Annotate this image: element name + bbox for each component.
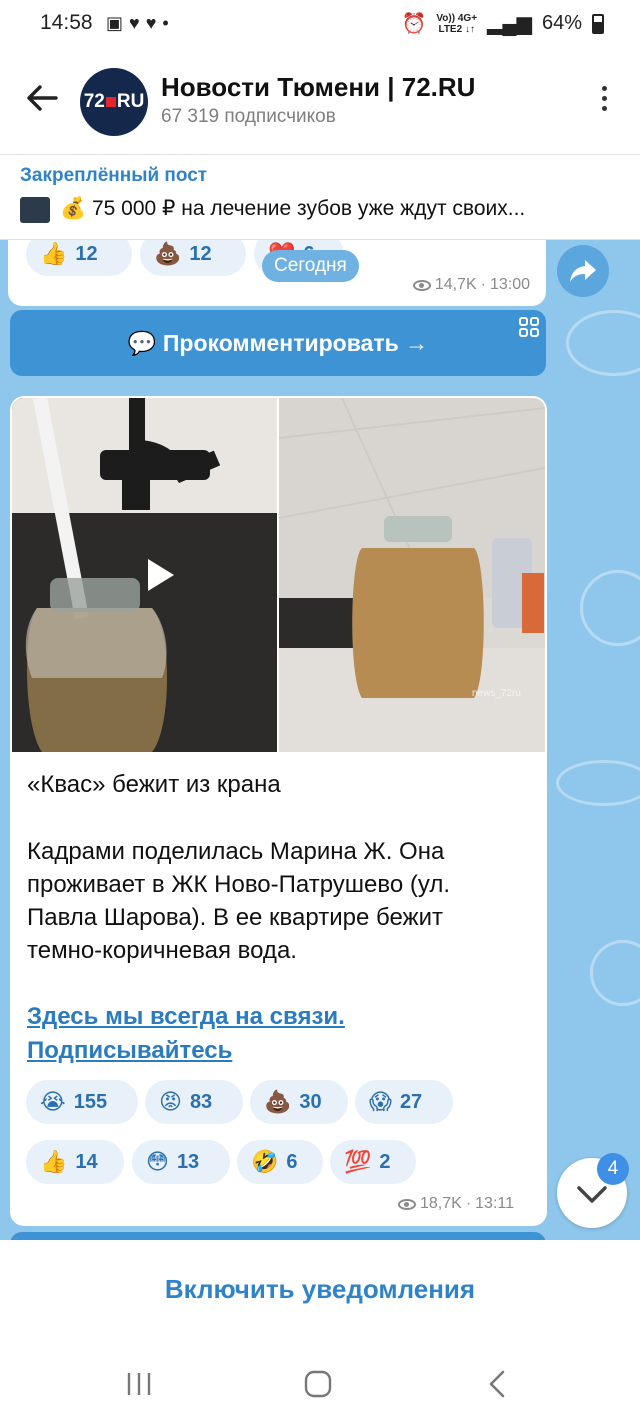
grid-icon bbox=[519, 317, 539, 337]
views-icon bbox=[412, 279, 431, 291]
reaction-count: 13 bbox=[176, 1150, 200, 1173]
reaction-count: 83 bbox=[189, 1090, 213, 1113]
system-back-icon[interactable] bbox=[484, 1368, 512, 1400]
post-body-line: Кадрами поделилась Марина Ж. Она bbox=[27, 838, 445, 865]
reaction-emoji: 😡 bbox=[159, 1089, 182, 1114]
post-body-line: проживает в ЖК Ново-Патрушево (ул. bbox=[27, 871, 451, 898]
subscribe-link[interactable]: Здесь мы всегда на связи. bbox=[27, 1000, 345, 1034]
reaction-emoji: 😭 bbox=[40, 1089, 66, 1114]
reaction-count: 30 bbox=[299, 1090, 322, 1113]
status-time: 14:58 bbox=[40, 11, 93, 34]
reaction-emoji: 👍 bbox=[40, 1149, 68, 1174]
reaction-chip[interactable]: 😱 27 bbox=[355, 1080, 453, 1124]
battery-icon bbox=[592, 13, 604, 34]
reaction-count: 155 bbox=[73, 1090, 108, 1113]
recent-apps-icon[interactable] bbox=[124, 1370, 154, 1398]
reaction-emoji: 💩 bbox=[264, 1089, 292, 1114]
share-button[interactable] bbox=[557, 245, 609, 297]
subscribe-link[interactable]: Подписывайтесь bbox=[27, 1034, 232, 1068]
subscriber-count: 67 319 подписчиков bbox=[161, 106, 336, 127]
reaction-chip[interactable]: 💯 2 bbox=[330, 1140, 416, 1184]
reaction-count: 2 bbox=[379, 1150, 391, 1173]
reaction-count: 6 bbox=[286, 1150, 298, 1173]
network-indicator: Vo)) 4G+ LTE2 ↓↑ bbox=[436, 13, 477, 35]
views-count: 14,7K bbox=[434, 276, 477, 293]
status-right: ⏰ Vo)) 4G+ LTE2 ↓↑ ▂▄▆ 64% bbox=[401, 11, 604, 36]
comment-button-label: 💬 Прокомментировать → bbox=[127, 329, 429, 356]
alarm-icon: ⏰ bbox=[401, 13, 427, 35]
reaction-chip[interactable]: 💩 12 bbox=[140, 240, 246, 276]
enable-notifications-button[interactable]: Включить уведомления bbox=[0, 1274, 640, 1305]
post-body-line: темно-коричневая вода. bbox=[27, 937, 297, 964]
meta-separator: · bbox=[465, 1195, 472, 1212]
channel-avatar[interactable]: 72 RU bbox=[80, 68, 148, 136]
reaction-emoji: 💩 bbox=[154, 241, 182, 266]
background-doodle bbox=[590, 940, 640, 1006]
views-icon bbox=[398, 1198, 416, 1210]
reaction-chip[interactable]: 😭 155 bbox=[26, 1080, 138, 1124]
views-count: 18,7K bbox=[420, 1195, 462, 1212]
reaction-chip[interactable]: 👍 14 bbox=[26, 1140, 124, 1184]
signal-icon: ▂▄▆ bbox=[487, 13, 532, 35]
system-nav-bar bbox=[0, 1356, 640, 1416]
reaction-chip[interactable]: 😡 83 bbox=[145, 1080, 243, 1124]
media-illustration bbox=[12, 398, 545, 752]
background-doodle bbox=[556, 760, 640, 806]
reaction-count: 12 bbox=[75, 242, 98, 265]
avatar-text-b: RU bbox=[116, 91, 145, 112]
net-bottom: LTE2 ↓↑ bbox=[438, 23, 475, 35]
post-title: «Квас» бежит из крана bbox=[27, 771, 281, 798]
post-time: 13:00 bbox=[489, 276, 530, 293]
background-doodle bbox=[566, 310, 640, 376]
post-time: 13:11 bbox=[475, 1195, 514, 1212]
reaction-count: 14 bbox=[75, 1150, 98, 1173]
status-bar: 14:58 ▣♥♥• ⏰ Vo)) 4G+ LTE2 ↓↑ ▂▄▆ 64% bbox=[0, 0, 640, 48]
share-arrow-icon bbox=[570, 260, 596, 282]
reaction-emoji: 😳 bbox=[146, 1149, 169, 1174]
reaction-emoji: 👍 bbox=[40, 241, 68, 266]
channel-title[interactable]: Новости Тюмени | 72.RU bbox=[161, 72, 475, 103]
pinned-message-bar[interactable]: Закреплённый пост 💰 75 000 ₽ на лечение … bbox=[0, 155, 640, 240]
background-doodle bbox=[580, 570, 640, 646]
more-menu-icon[interactable] bbox=[602, 86, 610, 116]
post-media[interactable]: news_72ru bbox=[12, 398, 545, 752]
post-meta: 14,7K · 13:00 bbox=[412, 276, 530, 294]
meta-separator: · bbox=[480, 276, 486, 293]
date-separator: Сегодня bbox=[262, 250, 359, 282]
play-icon[interactable] bbox=[134, 551, 182, 599]
next-comment-button-peek bbox=[10, 1232, 546, 1240]
unread-badge: 4 bbox=[597, 1153, 629, 1185]
reaction-emoji: 😱 bbox=[369, 1089, 392, 1114]
post-body-line: Павла Шарова). В ее квартире бежит bbox=[27, 904, 443, 931]
reaction-count: 12 bbox=[189, 242, 212, 265]
notification-icons: ▣♥♥• bbox=[106, 13, 175, 33]
reaction-chip[interactable]: 🤣 6 bbox=[237, 1140, 323, 1184]
avatar-red-square bbox=[105, 97, 116, 107]
home-icon[interactable] bbox=[302, 1368, 334, 1400]
chat-area[interactable]: 👍12 💩12 ❤️6 14,7K · 13:00 Сегодня 💬 Прок… bbox=[0, 240, 640, 1240]
post-meta: 18,7K · 13:11 bbox=[398, 1195, 514, 1213]
reaction-emoji: 🤣 bbox=[251, 1149, 279, 1174]
reaction-count: 27 bbox=[399, 1090, 423, 1113]
pinned-label: Закреплённый пост bbox=[20, 165, 208, 186]
net-top: Vo)) 4G+ bbox=[436, 12, 478, 24]
avatar-text-a: 72 bbox=[83, 91, 105, 112]
bottom-bar: Включить уведомления bbox=[0, 1240, 640, 1422]
battery-percent: 64% bbox=[541, 12, 582, 34]
reaction-chip[interactable]: 👍 12 bbox=[26, 240, 132, 276]
media-watermark: news_72ru bbox=[472, 688, 521, 699]
reaction-chip[interactable]: 😳 13 bbox=[132, 1140, 230, 1184]
back-arrow-icon[interactable] bbox=[22, 78, 62, 118]
comment-button[interactable]: 💬 Прокомментировать → bbox=[10, 310, 546, 376]
reaction-chip[interactable]: 💩 30 bbox=[250, 1080, 348, 1124]
pinned-text: 💰 75 000 ₽ на лечение зубов уже ждут сво… bbox=[60, 197, 526, 220]
channel-header: 72 RU Новости Тюмени | 72.RU 67 319 подпи… bbox=[0, 48, 640, 155]
pinned-thumbnail bbox=[20, 197, 50, 223]
reaction-emoji: 💯 bbox=[344, 1149, 372, 1174]
